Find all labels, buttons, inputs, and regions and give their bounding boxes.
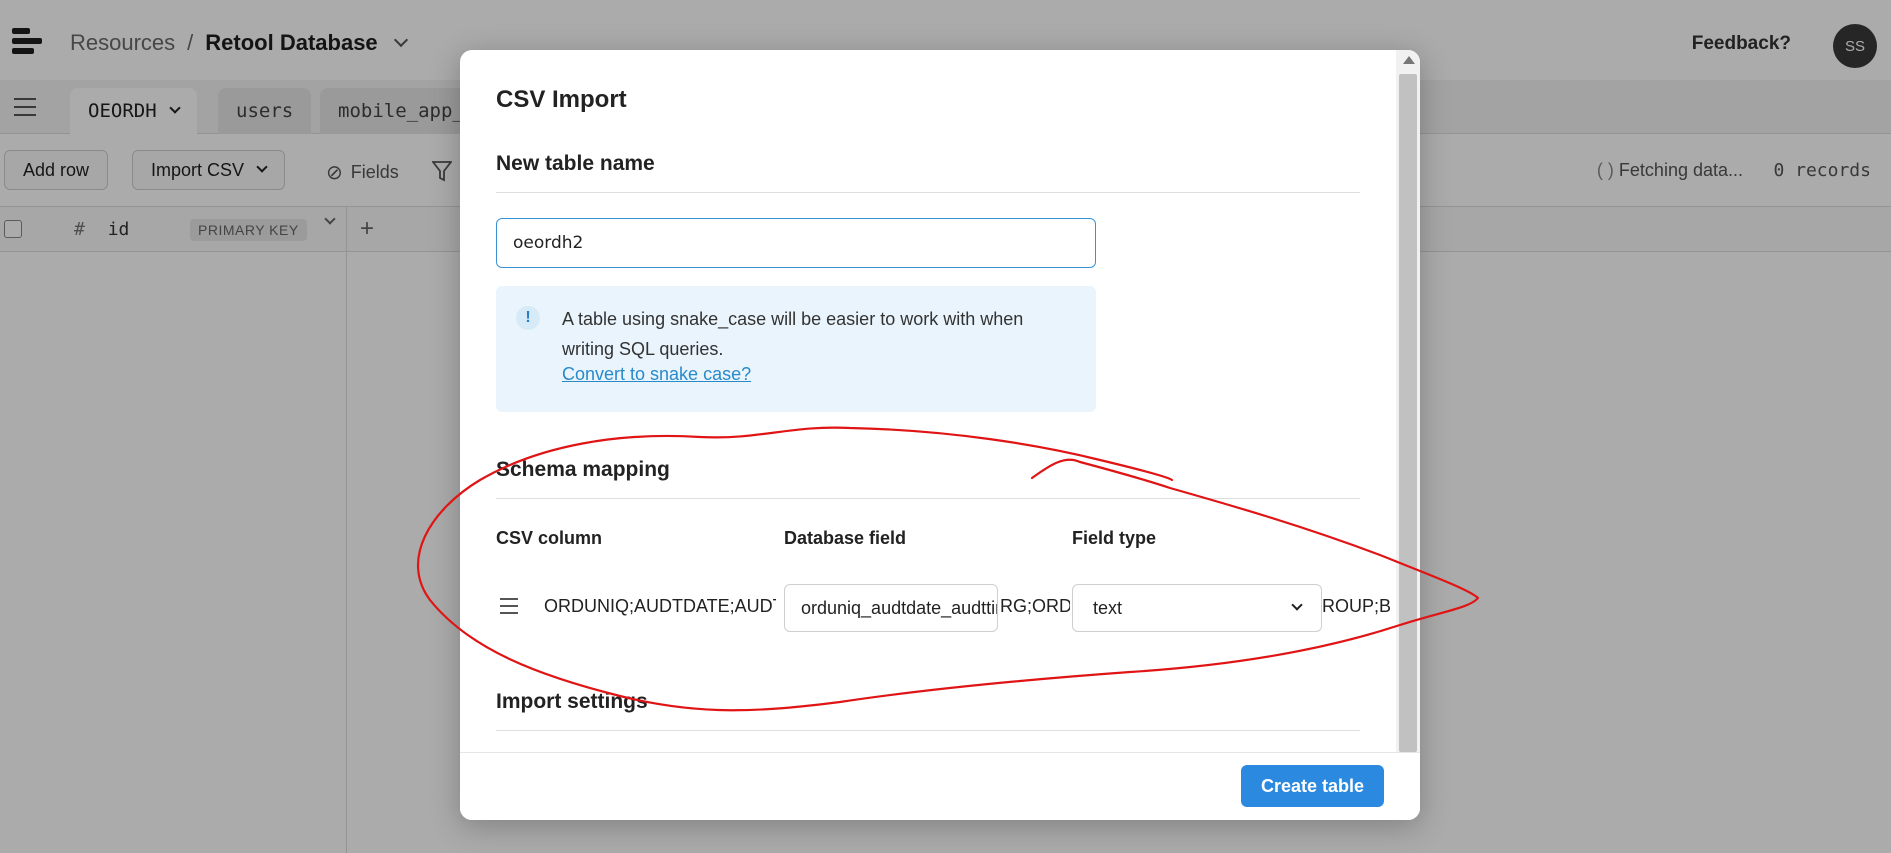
drag-handle-icon[interactable] bbox=[500, 598, 518, 614]
info-message: A table using snake_case will be easier … bbox=[562, 309, 1024, 359]
field-type-value: text bbox=[1093, 597, 1123, 618]
database-field-value: orduniq_audtdate_audttime_audtuser_audto… bbox=[801, 598, 997, 618]
chevron-down-icon bbox=[1291, 599, 1303, 611]
csv-import-modal: CSV Import New table name ! A table usin… bbox=[460, 50, 1420, 820]
scroll-up-arrow-icon[interactable] bbox=[1403, 56, 1415, 64]
modal-scrollbar[interactable] bbox=[1396, 50, 1420, 752]
section-schema-mapping: Schema mapping bbox=[496, 458, 670, 481]
database-field-input[interactable]: orduniq_audtdate_audttime_audtuser_audto… bbox=[784, 584, 998, 632]
divider bbox=[496, 730, 1360, 731]
section-new-table-name: New table name bbox=[496, 152, 655, 175]
modal-body: CSV Import New table name ! A table usin… bbox=[460, 50, 1396, 752]
header-csv-column: CSV column bbox=[496, 528, 603, 548]
scrollbar-thumb[interactable] bbox=[1399, 74, 1417, 752]
convert-snake-case-link[interactable]: Convert to snake case? bbox=[562, 364, 751, 385]
divider bbox=[496, 498, 1360, 499]
modal-title: CSV Import bbox=[496, 86, 627, 113]
field-type-select[interactable]: text bbox=[1072, 584, 1322, 632]
modal-footer: Create table bbox=[460, 752, 1420, 820]
create-table-button[interactable]: Create table bbox=[1240, 765, 1384, 807]
table-name-input[interactable] bbox=[496, 218, 1096, 268]
section-import-settings: Import settings bbox=[496, 690, 648, 713]
header-database-field: Database field bbox=[784, 528, 907, 548]
csv-column-overflow-text: RG;ORDN bbox=[1000, 596, 1070, 616]
csv-column-overflow-text: ROUP;BIL bbox=[1322, 596, 1392, 616]
info-exclamation-icon: ! bbox=[516, 306, 540, 330]
header-field-type: Field type bbox=[1072, 528, 1157, 548]
csv-column-name: ORDUNIQ;AUDTDATE;AUDTTIME;AUDTUSER;AUDTO… bbox=[544, 596, 776, 616]
snake-case-info-box: ! A table using snake_case will be easie… bbox=[496, 286, 1096, 412]
divider bbox=[496, 192, 1360, 193]
